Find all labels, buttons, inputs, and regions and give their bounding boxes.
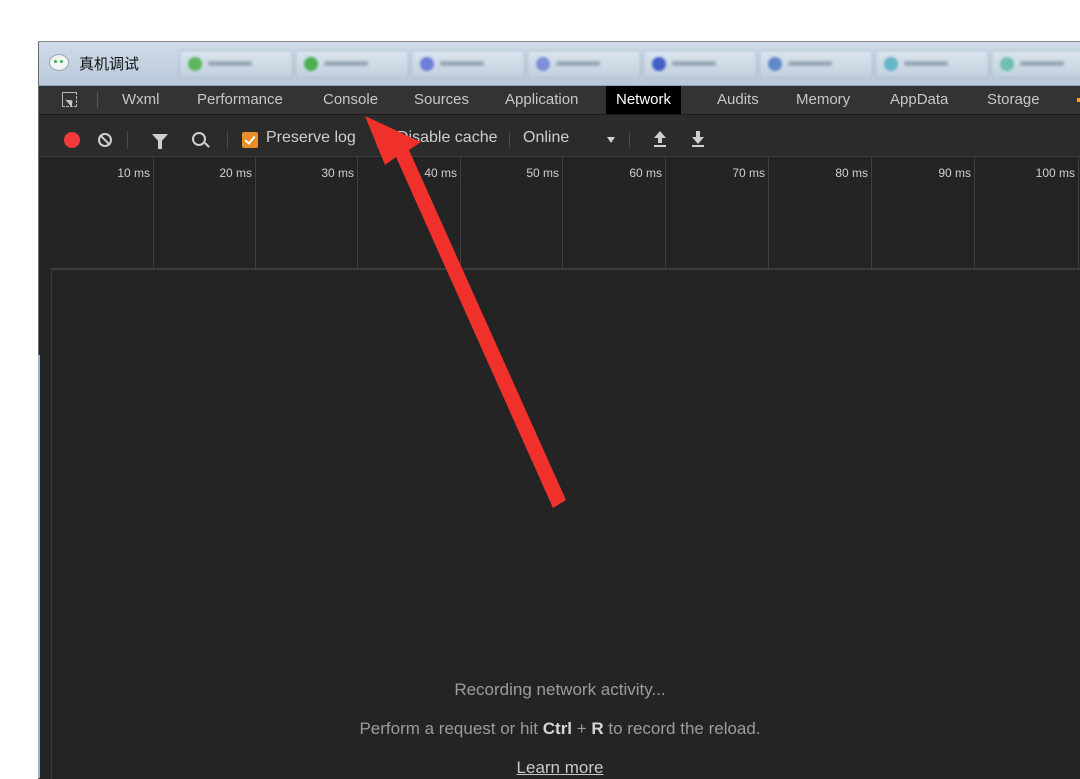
filter-icon[interactable] <box>152 134 168 149</box>
reload-hint: Perform a request or hit Ctrl + R to rec… <box>359 719 761 738</box>
download-icon[interactable] <box>692 131 704 147</box>
blurred-tab[interactable] <box>527 50 641 78</box>
clear-icon[interactable] <box>98 133 112 147</box>
network-toolbar: Preserve log Disable cache Online <box>39 115 1080 157</box>
tab-performance[interactable]: Performance <box>187 86 293 114</box>
timeline-tick: 50 ms <box>460 157 563 268</box>
divider <box>127 131 128 149</box>
tab-storage[interactable]: Storage <box>977 86 1050 114</box>
blurred-tab[interactable] <box>875 50 989 78</box>
divider <box>227 131 228 149</box>
blurred-tab[interactable] <box>295 50 409 78</box>
timeline-overview[interactable]: 10 ms 20 ms 30 ms 40 ms 50 ms 60 ms 70 m… <box>51 157 1080 270</box>
timeline-tick: 10 ms <box>51 157 154 268</box>
panel-tab-bar: Wxml Performance Console Sources Applica… <box>39 86 1080 115</box>
blurred-tab[interactable] <box>643 50 757 78</box>
blurred-tab[interactable] <box>411 50 525 78</box>
tab-appdata[interactable]: AppData <box>880 86 958 114</box>
r-key: R <box>591 719 604 738</box>
blurred-tab[interactable] <box>759 50 873 78</box>
timeline-tick: 20 ms <box>153 157 256 268</box>
timeline-tick: 30 ms <box>255 157 358 268</box>
ctrl-key: Ctrl <box>542 719 573 738</box>
tab-sources[interactable]: Sources <box>404 86 479 114</box>
disable-cache-label[interactable]: Disable cache <box>397 129 498 147</box>
wechat-icon <box>49 54 69 71</box>
devtools-window: 真机调试 Wxml Performance Console Sources Ap… <box>38 41 1080 779</box>
record-icon[interactable] <box>64 132 80 148</box>
timeline-tick: 100 ms <box>974 157 1079 268</box>
divider <box>629 131 630 149</box>
preserve-log-checkbox[interactable] <box>242 132 258 148</box>
disable-cache-checkbox[interactable] <box>377 132 393 148</box>
preserve-log-label[interactable]: Preserve log <box>266 129 356 147</box>
tab-application[interactable]: Application <box>495 86 588 114</box>
title-bar: 真机调试 <box>39 42 1080 86</box>
timeline-tick: 80 ms <box>768 157 872 268</box>
search-icon[interactable] <box>192 132 206 146</box>
upload-icon[interactable] <box>654 131 666 147</box>
timeline-tick: 70 ms <box>665 157 769 268</box>
tab-console[interactable]: Console <box>313 86 388 114</box>
window-title: 真机调试 <box>79 55 140 73</box>
blurred-browser-tabs <box>179 50 1080 78</box>
blurred-tab[interactable] <box>179 50 293 78</box>
tab-network[interactable]: Network <box>606 86 682 114</box>
timeline-tick: 60 ms <box>562 157 666 268</box>
divider <box>97 92 98 108</box>
tab-memory[interactable]: Memory <box>786 86 860 114</box>
throttling-select[interactable]: Online <box>523 129 569 147</box>
timeline-tick: 40 ms <box>357 157 461 268</box>
window-edge-highlight <box>38 355 40 778</box>
chevron-down-icon[interactable] <box>607 137 615 143</box>
blurred-tab[interactable] <box>991 50 1080 78</box>
timeline-tick: 90 ms <box>871 157 975 268</box>
recording-message: Recording network activity... <box>454 680 666 699</box>
inspect-element-icon[interactable] <box>62 92 77 107</box>
learn-more-link[interactable]: Learn more <box>517 758 604 777</box>
tab-wxml[interactable]: Wxml <box>112 86 170 114</box>
tab-audits[interactable]: Audits <box>707 86 769 114</box>
divider <box>509 131 510 149</box>
